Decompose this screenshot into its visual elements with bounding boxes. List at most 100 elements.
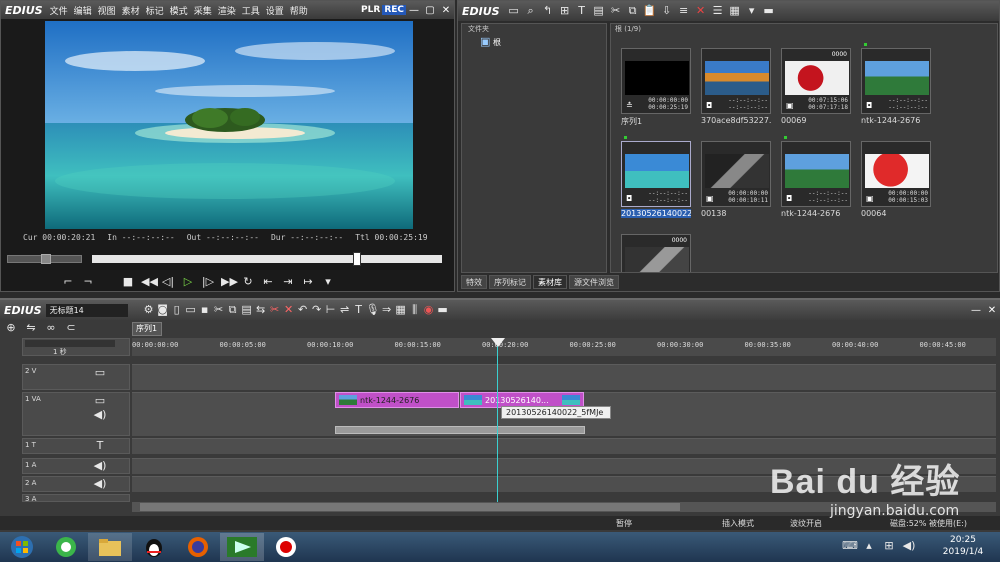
cut-icon[interactable]: ✂: [212, 304, 226, 316]
taskbar-explorer[interactable]: [88, 533, 132, 561]
delete-icon[interactable]: ✕: [694, 5, 708, 17]
mark-out-icon[interactable]: ¬: [81, 276, 95, 288]
playhead-marker[interactable]: [491, 338, 505, 347]
rewind-icon[interactable]: ◀◀: [141, 276, 158, 288]
redo-icon[interactable]: ↷: [310, 304, 324, 316]
volume-icon[interactable]: ◀): [902, 540, 916, 552]
clip-thumbnail[interactable]: ≛ 00:00:00:00 00:00:25:19: [621, 48, 691, 114]
track-header-v2[interactable]: 2 V ▭: [22, 364, 130, 390]
add-to-timeline-icon[interactable]: ⇩: [660, 5, 674, 17]
track-audio-icon[interactable]: ◀): [93, 409, 107, 421]
copy-icon[interactable]: ⧉: [626, 5, 640, 17]
speaker-icon[interactable]: ◀): [93, 460, 107, 472]
clip-thumbnail[interactable]: ▣ 00:00:00:00 00:00:15:03: [861, 141, 931, 207]
menu-help[interactable]: 帮助: [287, 4, 311, 17]
taskbar-firefox[interactable]: [176, 533, 220, 561]
clip-item[interactable]: ◘ --:--:--:-- --:--:--:-- 370ace8df53227…: [701, 48, 771, 125]
project-name[interactable]: 无标题14: [45, 303, 128, 317]
properties-icon[interactable]: ☰: [711, 5, 725, 17]
tray-expand-icon[interactable]: ▴: [862, 540, 876, 552]
track-header-a2[interactable]: 2 A ◀): [22, 476, 130, 492]
voice-over-icon[interactable]: 🎙: [366, 304, 380, 316]
folder-icon[interactable]: ▭: [507, 5, 521, 17]
speaker-icon[interactable]: ◀): [93, 478, 107, 490]
copy-icon[interactable]: ⧉: [226, 304, 240, 316]
folder-root[interactable]: ▣ 根: [462, 36, 606, 48]
transition-icon[interactable]: ⇌: [338, 304, 352, 316]
network-icon[interactable]: ⊞: [882, 540, 896, 552]
audio-waveform-bar[interactable]: [335, 426, 585, 434]
position-track[interactable]: [92, 255, 442, 263]
delete-icon[interactable]: ✂: [268, 304, 282, 316]
rec-toggle[interactable]: REC: [382, 5, 406, 15]
tab-sequence[interactable]: 序列1: [132, 322, 162, 336]
add-clip-icon[interactable]: ⊞: [558, 5, 572, 17]
add-folder-icon[interactable]: ▤: [592, 5, 606, 17]
track-lane-t1[interactable]: [132, 438, 996, 454]
clip-item[interactable]: ◘ --:--:--:-- --:--:--:-- ntk-1244-2676: [781, 136, 851, 218]
clip-thumbnail[interactable]: 0000: [621, 234, 691, 272]
close-icon[interactable]: ✕: [984, 305, 1000, 316]
keyboard-icon[interactable]: ⌨: [842, 540, 858, 552]
tab-effects[interactable]: 特效: [461, 275, 487, 289]
link-icon[interactable]: ∞: [44, 322, 58, 334]
tab-asset-bin[interactable]: 素材库: [533, 275, 567, 289]
ripple-delete-icon[interactable]: ✕: [282, 304, 296, 316]
undo-icon[interactable]: ↶: [296, 304, 310, 316]
track-header-va1[interactable]: 1 VA ▭ ◀): [22, 392, 130, 436]
zoom-control[interactable]: 1 秒: [22, 338, 130, 356]
clip-item-selected[interactable]: ◘ --:--:--:-- --:--:--:-- 20130526140022…: [621, 136, 691, 218]
snapshot-icon[interactable]: ◙: [156, 304, 170, 316]
scroll-thumb[interactable]: [140, 503, 680, 511]
menu-settings[interactable]: 设置: [263, 4, 287, 17]
track-visibility-icon[interactable]: ▭: [93, 367, 107, 379]
menu-marker[interactable]: 标记: [143, 4, 167, 17]
tab-sequence-markers[interactable]: 序列标记: [489, 275, 531, 289]
taskbar-edius[interactable]: [220, 533, 264, 561]
status-ripple[interactable]: 波纹开启: [790, 518, 822, 529]
project-settings-icon[interactable]: ⚙: [142, 304, 156, 316]
status-insert-mode[interactable]: 插入模式: [722, 518, 754, 529]
loop-icon[interactable]: ↻: [241, 276, 255, 288]
new-sequence-icon[interactable]: ▯: [170, 304, 184, 316]
menu-edit[interactable]: 编辑: [71, 4, 95, 17]
replace-icon[interactable]: ⇆: [254, 304, 268, 316]
menu-render[interactable]: 渲染: [215, 4, 239, 17]
mixer-icon[interactable]: ⫼: [408, 304, 422, 316]
clip-item[interactable]: ▣ 00:00:00:00 00:00:10:11 00138: [701, 141, 771, 218]
track-lane-a2[interactable]: [132, 476, 996, 492]
step-back-icon[interactable]: ◁|: [161, 276, 175, 288]
clip-thumbnail[interactable]: ◘ --:--:--:-- --:--:--:--: [701, 48, 771, 114]
playback-slider[interactable]: [7, 252, 447, 266]
zoom-slider[interactable]: [25, 340, 115, 347]
overwrite-to-timeline-icon[interactable]: ⇥: [281, 276, 295, 288]
save-icon[interactable]: ▪: [198, 304, 212, 316]
insert-to-timeline-icon[interactable]: ⇤: [261, 276, 275, 288]
taskbar-360-browser[interactable]: [44, 533, 88, 561]
clip-item[interactable]: 0000: [621, 234, 691, 272]
sequence-icon[interactable]: ≡: [677, 5, 691, 17]
track-header-t1[interactable]: 1 T T: [22, 438, 130, 454]
cut-icon[interactable]: ✂: [609, 5, 623, 17]
view-mode-icon[interactable]: ▦: [728, 5, 742, 17]
play-icon[interactable]: ▷: [181, 276, 195, 288]
track-add-icon[interactable]: ⊕: [4, 322, 18, 334]
export-icon[interactable]: ⇒: [380, 304, 394, 316]
taskbar-recorder[interactable]: [264, 533, 308, 561]
clip-thumbnail[interactable]: ◘ --:--:--:-- --:--:--:--: [781, 136, 851, 207]
tab-source-browser[interactable]: 源文件浏览: [569, 275, 619, 289]
menu-clip[interactable]: 素材: [119, 4, 143, 17]
title-icon[interactable]: T: [352, 304, 366, 316]
storage-icon[interactable]: ▬: [762, 5, 776, 17]
start-button[interactable]: [0, 533, 44, 561]
group-icon[interactable]: ⊂: [64, 322, 78, 334]
timeline-ruler[interactable]: 00:00:00:00 00:00:05:00 00:00:10:00 00:00:1…: [132, 338, 996, 356]
add-cut-icon[interactable]: ⊢: [324, 304, 338, 316]
track-visibility-icon[interactable]: ▭: [93, 395, 107, 407]
track-lane-a1[interactable]: [132, 458, 996, 474]
output-icon[interactable]: ↦: [301, 276, 315, 288]
paste-icon[interactable]: ▤: [240, 304, 254, 316]
shuttle-knob[interactable]: [41, 254, 51, 264]
menu-capture[interactable]: 采集: [191, 4, 215, 17]
title-track-icon[interactable]: T: [93, 440, 107, 452]
